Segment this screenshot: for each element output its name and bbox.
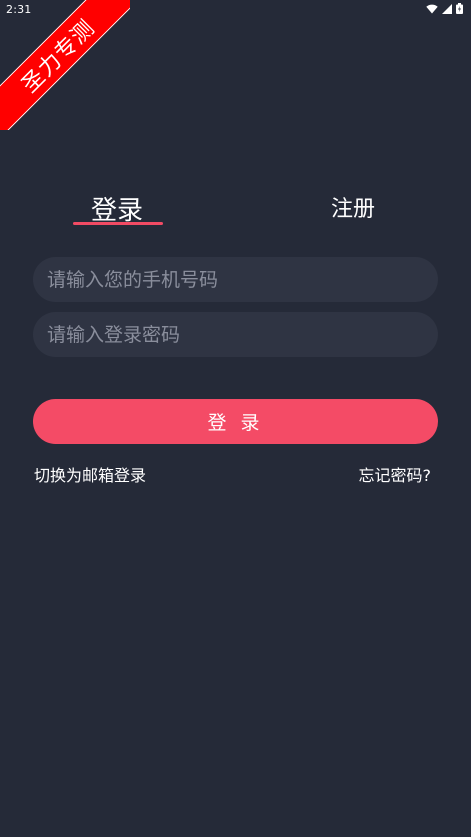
switch-to-email-link[interactable]: 切换为邮箱登录 [34, 462, 146, 486]
login-button[interactable]: 登 录 [33, 399, 438, 444]
status-icons [426, 3, 463, 14]
status-bar: 2:31 [0, 0, 471, 20]
forgot-password-link[interactable]: 忘记密码? [359, 462, 432, 486]
wifi-icon [426, 4, 438, 14]
tab-register[interactable]: 注册 [331, 191, 375, 223]
login-screen: 2:31 圣力专测 登录 注册 登 录 切换为邮箱登录 忘记密码? [0, 0, 471, 837]
battery-icon [456, 3, 463, 14]
active-tab-indicator [73, 222, 163, 225]
password-input[interactable] [33, 312, 438, 357]
signal-icon [442, 3, 452, 14]
status-time: 2:31 [6, 3, 32, 16]
phone-input[interactable] [33, 257, 438, 302]
